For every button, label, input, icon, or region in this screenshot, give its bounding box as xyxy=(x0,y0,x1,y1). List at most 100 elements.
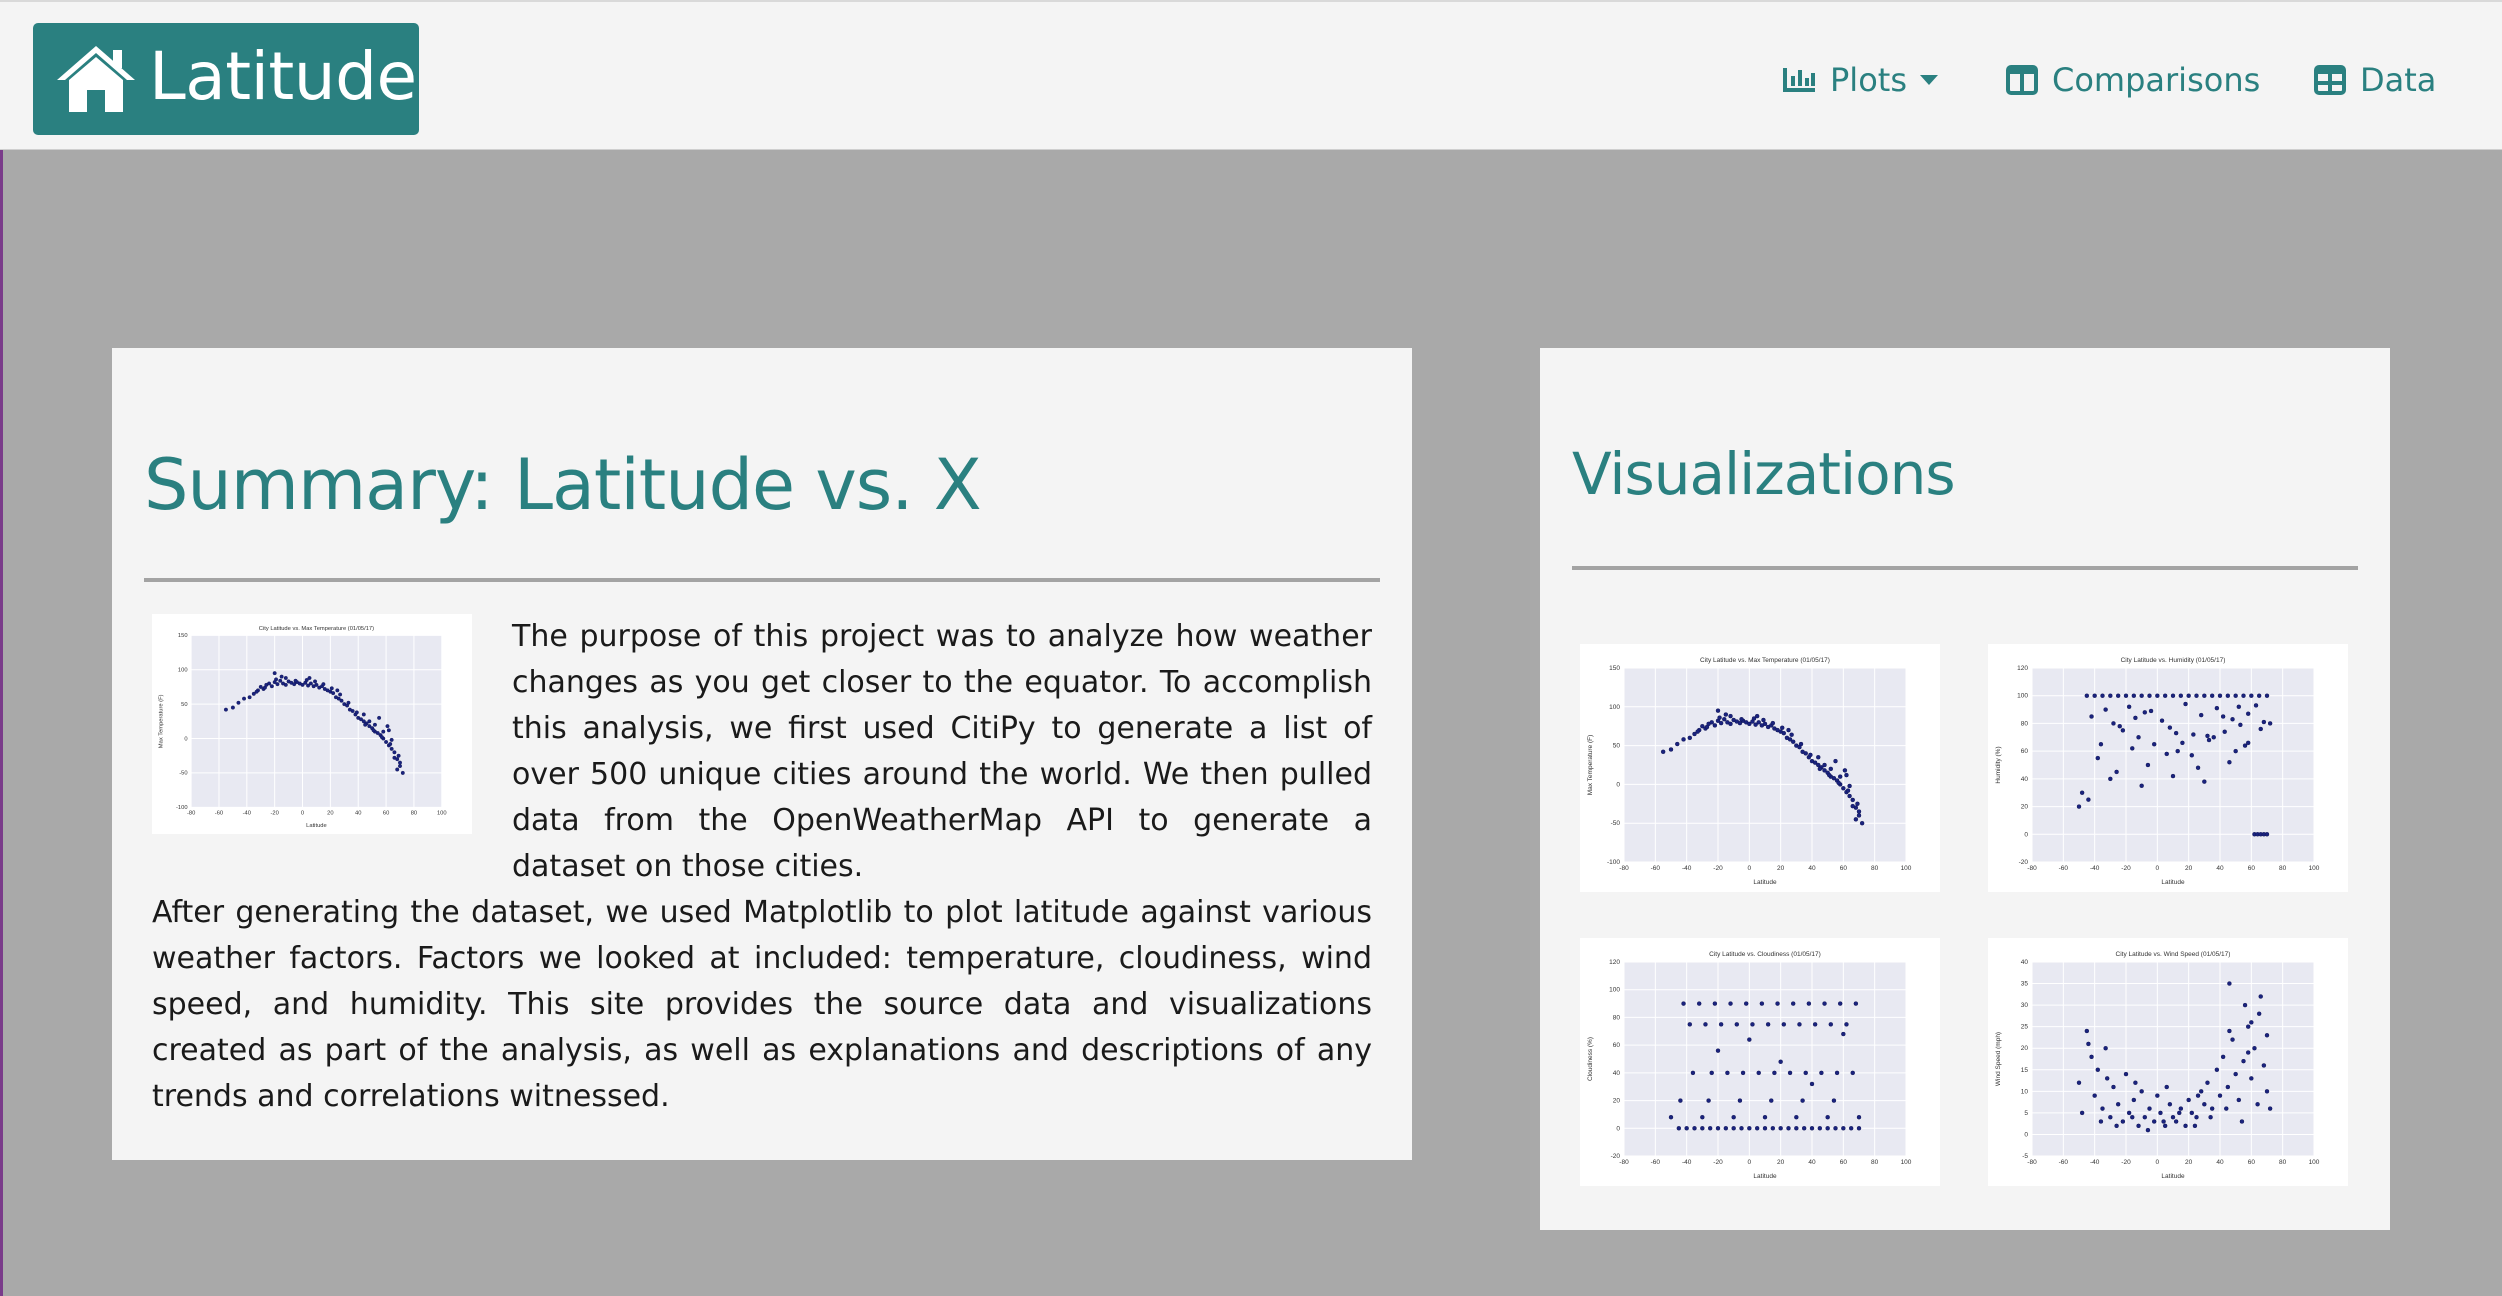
data-point xyxy=(2170,773,2176,779)
data-point xyxy=(2103,707,2108,712)
nav-comparisons[interactable]: Comparisons xyxy=(2006,52,2260,108)
data-point xyxy=(379,735,384,740)
data-point xyxy=(1690,1070,1696,1076)
data-point xyxy=(398,760,402,765)
y-tick-label: -20 xyxy=(1611,1153,1621,1160)
data-point xyxy=(1676,1126,1682,1131)
data-point xyxy=(2178,693,2184,698)
data-point xyxy=(2209,1106,2215,1111)
data-point xyxy=(1660,749,1666,755)
data-point xyxy=(2211,735,2216,740)
x-tick-label: 0 xyxy=(2156,865,2160,872)
data-point xyxy=(236,700,241,705)
viz-thumbnail-temperature[interactable]: -80 -60 -40 -20 0 20 40 60 80 100 -100 -50 0 50 100 150… xyxy=(1580,644,1940,892)
chart-title: City Latitude vs. Max Temperature (01/05… xyxy=(1700,657,1830,664)
data-point xyxy=(2246,1050,2251,1055)
brand-home-link[interactable]: Latitude xyxy=(33,23,419,135)
nav-plots-label: Plots xyxy=(1830,61,1907,99)
data-point xyxy=(279,674,284,679)
data-point xyxy=(396,753,401,758)
data-point xyxy=(2249,693,2254,698)
summary-temperature-plot-thumbnail[interactable]: -80 -60 -40 -20 0 20 40 60 80 100 -100 -50 0 50 100 150… xyxy=(152,614,472,834)
data-point xyxy=(1731,1126,1736,1131)
data-point xyxy=(1856,813,1862,818)
data-point xyxy=(2192,1123,2198,1129)
data-point xyxy=(2079,790,2085,795)
y-tick-label: 100 xyxy=(1609,987,1620,994)
data-point xyxy=(1808,752,1813,758)
y-tick-label: 15 xyxy=(2021,1067,2029,1074)
x-tick-label: 100 xyxy=(437,810,447,816)
data-point xyxy=(1828,1022,1834,1027)
plot-area xyxy=(1624,668,1906,862)
data-point xyxy=(1841,1126,1846,1131)
data-point xyxy=(2111,721,2116,726)
data-point xyxy=(2205,1080,2210,1085)
data-point xyxy=(1836,780,1841,786)
data-point xyxy=(1803,1070,1808,1076)
data-point xyxy=(1712,1001,1718,1006)
data-point xyxy=(2225,1084,2231,1090)
data-point xyxy=(389,746,394,751)
data-point xyxy=(400,770,405,775)
data-point xyxy=(293,678,298,683)
data-point xyxy=(1709,720,1714,725)
summary-paragraph-2: After generating the dataset, we used Ma… xyxy=(152,895,1372,1114)
data-point xyxy=(2170,693,2176,698)
x-tick-label: -60 xyxy=(2059,1159,2069,1166)
x-tick-label: 40 xyxy=(1808,1159,1816,1166)
x-tick-label: 60 xyxy=(1840,865,1848,872)
y-tick-label: 100 xyxy=(178,668,188,674)
data-point xyxy=(2167,725,2173,730)
data-point xyxy=(346,700,351,705)
temperature-scatter-chart: -80 -60 -40 -20 0 20 40 60 80 100 -100 -50 0 50 100 150… xyxy=(159,626,447,829)
data-point xyxy=(1715,1126,1721,1131)
data-point xyxy=(1822,1001,1827,1006)
data-point xyxy=(1825,1126,1830,1131)
viz-thumbnail-wind-speed[interactable]: -80 -60 -40 -20 0 20 40 60 80 100 -5 0 5 10 15 20 25 30 35… xyxy=(1988,938,2348,1186)
viz-thumbnail-cloudiness[interactable]: -80 -60 -40 -20 0 20 40 60 80 100 -20 0 20 40 60 80 100 1… xyxy=(1580,938,1940,1186)
data-point xyxy=(1765,1022,1771,1027)
data-point xyxy=(339,698,344,703)
data-point xyxy=(2139,1089,2144,1094)
data-point xyxy=(1737,1098,1743,1103)
data-point xyxy=(1722,717,1727,722)
temperature-scatter-chart: -80 -60 -40 -20 0 20 40 60 80 100 -100 -50 0 50 100 150… xyxy=(1587,657,1912,886)
summary-title: Summary: Latitude vs. X xyxy=(144,444,982,526)
data-point xyxy=(1856,809,1862,814)
data-point xyxy=(2220,1054,2226,1060)
data-point xyxy=(2103,1046,2108,1051)
nav-data[interactable]: Data xyxy=(2314,52,2436,108)
nav-plots-dropdown[interactable]: Plots xyxy=(1782,52,1939,108)
data-point xyxy=(1756,1070,1761,1076)
x-tick-label: 20 xyxy=(2185,865,2193,872)
viz-thumbnail-humidity[interactable]: -80 -60 -40 -20 0 20 40 60 80 100 -20 0 20 40 60 80 100 1… xyxy=(1988,644,2348,892)
y-tick-label: 50 xyxy=(1613,743,1621,750)
data-point xyxy=(2191,732,2196,737)
data-point xyxy=(2130,1114,2135,1120)
y-tick-label: -100 xyxy=(1607,859,1620,866)
data-point xyxy=(2139,693,2144,698)
y-tick-label: 20 xyxy=(1613,1098,1621,1105)
data-point xyxy=(1775,1001,1780,1006)
data-point xyxy=(2100,693,2105,698)
data-point xyxy=(1715,708,1721,713)
data-point xyxy=(1798,741,1804,747)
data-point xyxy=(2120,1119,2126,1124)
data-point xyxy=(2117,723,2122,729)
data-point xyxy=(1709,1070,1714,1076)
data-point xyxy=(2142,1114,2148,1120)
data-point xyxy=(2225,693,2231,698)
brand-title: Latitude xyxy=(149,38,417,115)
data-point xyxy=(2208,1114,2213,1120)
data-point xyxy=(2108,1114,2113,1120)
x-axis-label: Latitude xyxy=(2161,879,2185,886)
data-point xyxy=(2189,1110,2195,1116)
data-point xyxy=(2142,710,2148,715)
data-point xyxy=(1817,766,1823,772)
data-point xyxy=(2151,1119,2157,1124)
data-point xyxy=(2183,701,2188,707)
y-tick-label: 20 xyxy=(2021,804,2029,811)
data-point xyxy=(2241,693,2246,698)
data-point xyxy=(313,679,318,684)
